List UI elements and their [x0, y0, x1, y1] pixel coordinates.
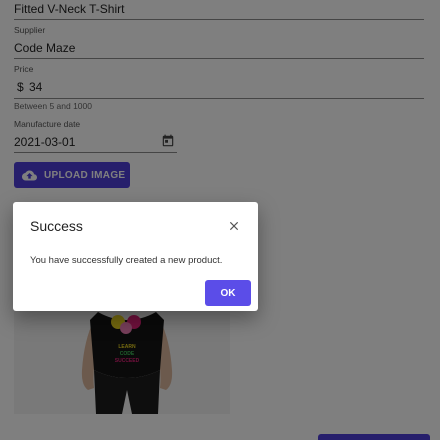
close-icon[interactable] — [227, 219, 241, 233]
dialog-message: You have successfully created a new prod… — [30, 255, 223, 266]
dialog-title: Success — [30, 218, 83, 234]
success-dialog: Success You have successfully created a … — [13, 202, 258, 311]
ok-button[interactable]: OK — [205, 280, 251, 306]
